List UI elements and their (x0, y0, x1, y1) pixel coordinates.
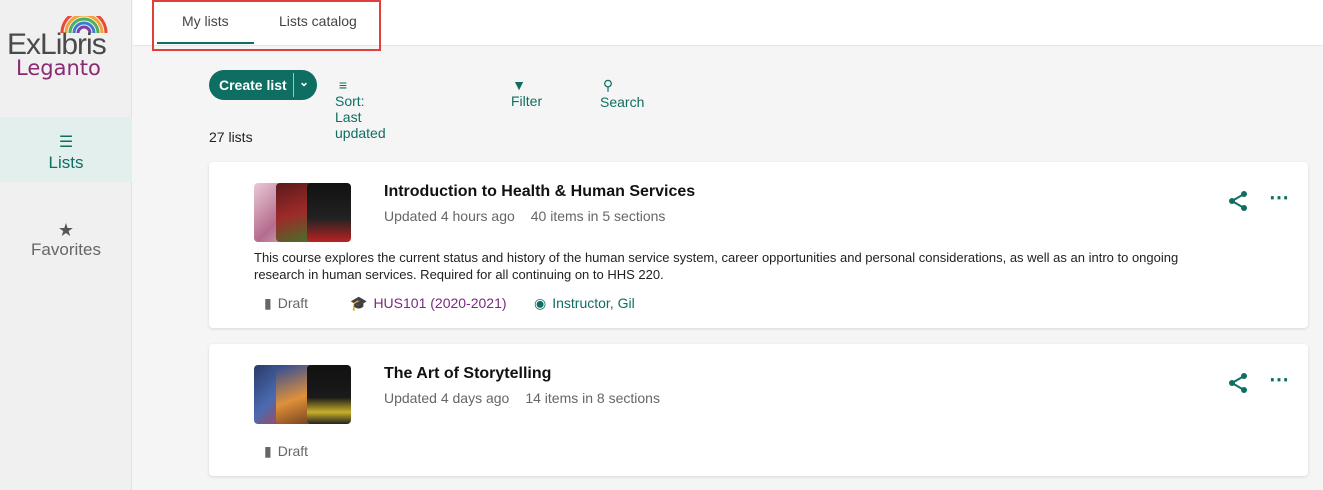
cover-thumbnail (307, 183, 351, 242)
document-icon: ▮ (264, 443, 272, 459)
sidebar: ExLibris Leganto ☰ Lists ★ Favorites (0, 0, 132, 490)
user-circle-icon: ◉ (534, 295, 547, 311)
sidebar-item-lists[interactable]: ☰ Lists (0, 117, 132, 182)
list-card[interactable]: The Art of Storytelling Updated 4 days a… (209, 344, 1308, 476)
filter-label: Filter (511, 93, 543, 109)
filter-button[interactable]: ▼Filter (511, 77, 542, 109)
list-count: 27 lists (209, 129, 253, 145)
chevron-down-icon[interactable]: ⌄ (299, 75, 309, 89)
course-link[interactable]: 🎓 HUS101 (2020-2021) (350, 295, 507, 312)
share-icon[interactable] (1227, 190, 1249, 212)
sort-button[interactable]: ≡Sort: Last updated (335, 77, 386, 141)
create-list-label: Create list (219, 77, 287, 93)
graduation-cap-icon: 🎓 (350, 295, 368, 311)
sidebar-item-label: Lists (48, 153, 84, 172)
course-label: HUS101 (2020-2021) (373, 295, 507, 311)
create-list-button[interactable]: Create list ⌄ (209, 70, 317, 100)
list-meta: Updated 4 days ago 14 items in 8 sections (384, 390, 660, 406)
exlibris-leganto-logo: ExLibris Leganto (6, 16, 122, 86)
updated-time: Updated 4 hours ago (384, 208, 515, 224)
tab-bar: My lists Lists catalog (133, 0, 1323, 51)
cover-thumbnail (307, 365, 351, 424)
search-button[interactable]: ⚲Search (600, 77, 644, 110)
tab-lists-catalog[interactable]: Lists catalog (279, 13, 357, 29)
sort-label: Sort: Last updated (335, 93, 386, 141)
status-label: Draft (277, 295, 309, 311)
brand-leganto: Leganto (16, 56, 101, 80)
more-options-icon[interactable]: ⋯ (1269, 370, 1290, 390)
sort-icon: ≡ (338, 77, 348, 93)
search-label: Search (600, 94, 645, 110)
share-icon[interactable] (1227, 372, 1249, 394)
status-badge: ▮ Draft (264, 295, 308, 312)
filter-icon: ▼ (512, 77, 526, 93)
active-tab-indicator (157, 42, 254, 44)
sidebar-item-favorites[interactable]: ★ Favorites (0, 220, 132, 270)
item-count: 40 items in 5 sections (530, 208, 666, 224)
item-count: 14 items in 8 sections (525, 390, 660, 406)
tab-my-lists[interactable]: My lists (182, 13, 229, 29)
document-icon: ▮ (264, 295, 272, 311)
list-meta: Updated 4 hours ago 40 items in 5 section… (384, 208, 665, 224)
main-content: My lists Lists catalog Create list ⌄ ≡So… (133, 0, 1323, 490)
status-badge: ▮ Draft (264, 443, 308, 460)
list-thumbnails (254, 365, 351, 424)
search-icon: ⚲ (602, 77, 614, 93)
list-title[interactable]: The Art of Storytelling (384, 365, 551, 383)
instructor-label: Instructor, Gil (552, 295, 635, 311)
button-divider (293, 73, 294, 97)
list-description: This course explores the current status … (254, 250, 1179, 282)
star-icon: ★ (57, 220, 75, 240)
list-card[interactable]: Introduction to Health & Human Services … (209, 162, 1308, 328)
list-title[interactable]: Introduction to Health & Human Services (384, 183, 695, 201)
updated-time: Updated 4 days ago (384, 390, 510, 406)
instructor-link[interactable]: ◉ Instructor, Gil (534, 295, 635, 312)
sidebar-item-label: Favorites (31, 240, 101, 259)
status-label: Draft (277, 443, 309, 459)
list-icon: ☰ (58, 134, 74, 151)
more-options-icon[interactable]: ⋯ (1269, 188, 1290, 208)
list-thumbnails (254, 183, 351, 242)
